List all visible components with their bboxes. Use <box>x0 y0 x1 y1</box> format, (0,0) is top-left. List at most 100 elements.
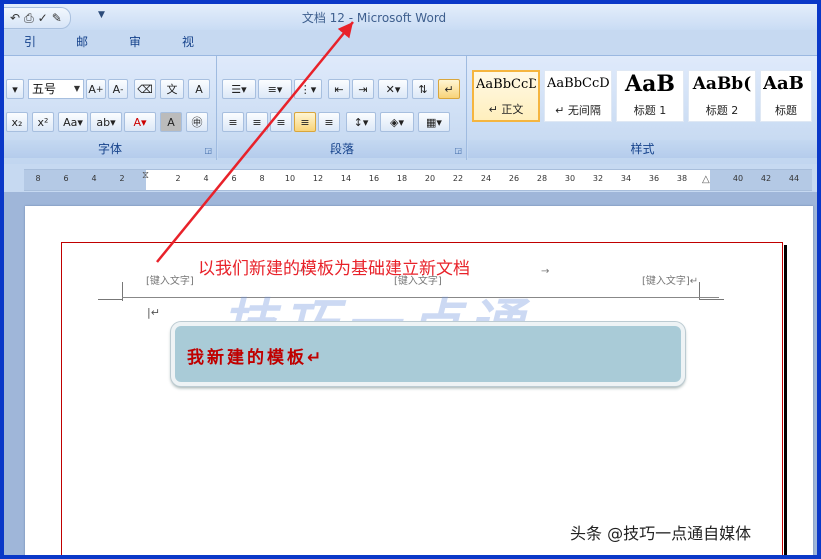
crop-mark <box>122 282 123 301</box>
ruler-tick-label: 6 <box>231 174 237 183</box>
align-center-button[interactable]: ≡ <box>246 112 268 132</box>
character-border-button[interactable]: A <box>188 79 210 99</box>
justify-button[interactable]: ≡ <box>294 112 316 132</box>
crop-mark <box>700 299 724 300</box>
title-bar: ↶ ⎙ ✓ ✎ ▼ 文档 12 - Microsoft Word <box>4 4 817 30</box>
credit-watermark: 头条 @技巧一点通自媒体 <box>570 524 752 543</box>
ruler-tick-label: 30 <box>564 174 576 183</box>
grow-font-button[interactable]: A + <box>86 79 106 99</box>
highlight-button[interactable]: ab▾ <box>90 112 122 132</box>
ruler-tick-label: 8 <box>35 174 41 183</box>
ruler-tick-label: 44 <box>788 174 800 183</box>
ruler-tick-label: 2 <box>119 174 125 183</box>
ribbon: ▾ 五号 ▼ A + A- ⌫ 文 A x₂ x² Aa▾ ab▾ A▾ A ㊥ 字… <box>4 55 817 164</box>
ruler-tick-label: 14 <box>340 174 352 183</box>
shading-button[interactable]: ◈▾ <box>380 112 414 132</box>
left-margin-area <box>24 170 146 190</box>
ruler-tick-label: 26 <box>508 174 520 183</box>
show-marks-button[interactable]: ↵ <box>438 79 460 99</box>
style-heading-2[interactable]: AaBb( 标题 2 <box>688 70 756 122</box>
ruler-tick-label: 38 <box>676 174 688 183</box>
style-normal[interactable]: AaBbCcD ↵ 正文 <box>472 70 540 122</box>
horizontal-ruler[interactable]: 8 6 4 2 2 4 6 8 10 12 14 16 18 20 22 24 26 28 30 32 34 36 38 40… <box>24 169 817 191</box>
style-name: 标题 1 <box>633 104 667 117</box>
ruler-tick-label: 42 <box>760 174 772 183</box>
document-area: [键入文字] [键入文字] [键入文字]↵ → → 技巧一点通 |↵ 我新建的模… <box>4 192 817 555</box>
style-name: ↵ 正文 <box>488 103 524 116</box>
ruler-tick-label: 20 <box>424 174 436 183</box>
paragraph-group: ☰▾ ≡▾ ⋮▾ ⇤ ⇥ ✕▾ ⇅ ↵ ≡ ≡ ≡ ≡ ≡ ↕▾ ◈▾ ▦▾ 段… <box>218 56 467 160</box>
increase-indent-button[interactable]: ⇥ <box>352 79 374 99</box>
dialog-launcher-icon[interactable]: ◲ <box>454 146 462 155</box>
template-banner[interactable]: 我新建的模板↵ <box>171 322 685 386</box>
ruler-tick-label: 28 <box>536 174 548 183</box>
dialog-launcher-icon[interactable]: ◲ <box>204 146 212 155</box>
ruler-tick-label: 4 <box>203 174 209 183</box>
style-heading-1[interactable]: AaB 标题 1 <box>616 70 684 122</box>
multilevel-list-button[interactable]: ⋮▾ <box>294 79 322 99</box>
ruler-tick-label: 22 <box>452 174 464 183</box>
decrease-indent-button[interactable]: ⇤ <box>328 79 350 99</box>
style-no-spacing[interactable]: AaBbCcD ↵ 无间隔 <box>544 70 612 122</box>
clear-format-button[interactable]: ⌫ <box>134 79 156 99</box>
styles-group-label: 样式 <box>468 140 817 158</box>
annotation-text: 以我们新建的模板为基础建立新文档 <box>198 259 470 279</box>
ruler-tick-label: 24 <box>480 174 492 183</box>
character-shading-button[interactable]: A <box>160 112 182 132</box>
font-color-button[interactable]: A▾ <box>124 112 156 132</box>
style-sample: AaBbCcD <box>547 76 609 91</box>
ruler-tick-label: 6 <box>63 174 69 183</box>
subscript-button[interactable]: x₂ <box>6 112 28 132</box>
header-left-placeholder[interactable]: [键入文字] <box>146 272 194 287</box>
header-right-placeholder[interactable]: [键入文字]↵ <box>642 272 698 287</box>
font-group: ▾ 五号 ▼ A + A- ⌫ 文 A x₂ x² Aa▾ ab▾ A▾ A ㊥ 字… <box>4 56 217 160</box>
indent-marker-icon[interactable]: ⧖ <box>142 170 149 181</box>
style-name: 标题 2 <box>705 104 739 117</box>
sort-button[interactable]: ⇅ <box>412 79 434 99</box>
ruler-tick-label: 10 <box>284 174 296 183</box>
style-name: ↵ 无间隔 <box>555 104 601 117</box>
superscript-button[interactable]: x² <box>32 112 54 132</box>
align-left-button[interactable]: ≡ <box>222 112 244 132</box>
banner-text: 我新建的模板↵ <box>187 348 325 368</box>
ruler-tick-label: 2 <box>175 174 181 183</box>
change-case-button[interactable]: Aa▾ <box>58 112 88 132</box>
font-group-label: 字体 <box>4 140 216 158</box>
numbering-button[interactable]: ≡▾ <box>258 79 292 99</box>
align-right-button[interactable]: ≡ <box>270 112 292 132</box>
style-sample: AaB <box>763 73 804 94</box>
chevron-down-icon: ▼ <box>73 84 80 93</box>
bullets-button[interactable]: ☰▾ <box>222 79 256 99</box>
font-size-value: 五号 <box>32 82 57 96</box>
crop-mark <box>98 299 122 300</box>
window-title: 文档 12 - Microsoft Word <box>301 11 447 25</box>
enclose-characters-button[interactable]: ㊥ <box>186 112 208 132</box>
font-size-dropdown[interactable]: 五号 ▼ <box>28 79 84 99</box>
ruler-tick-label: 16 <box>368 174 380 183</box>
line-spacing-button[interactable]: ↕▾ <box>346 112 376 132</box>
font-name-dropdown[interactable]: ▾ <box>6 79 24 99</box>
ruler-tick-label: 4 <box>91 174 97 183</box>
phonetic-guide-button[interactable]: 文 <box>160 79 184 99</box>
style-title[interactable]: AaB 标题 <box>760 70 812 122</box>
style-sample: AaBb( <box>692 74 752 94</box>
styles-group: AaBbCcD ↵ 正文 AaBbCcD ↵ 无间隔 AaB 标题 1 AaBb… <box>468 56 817 160</box>
text-cursor: |↵ <box>147 306 160 319</box>
word-window: ↶ ⎙ ✓ ✎ ▼ 文档 12 - Microsoft Word 引用 邮件 审… <box>4 4 817 555</box>
right-indent-marker-icon[interactable]: △ <box>702 174 710 185</box>
style-name: 标题 <box>775 104 797 117</box>
ruler-tick-label: 36 <box>648 174 660 183</box>
shrink-font-button[interactable]: A- <box>108 79 128 99</box>
ruler-tick-label: 32 <box>592 174 604 183</box>
ruler-tick-label: 8 <box>259 174 265 183</box>
style-sample: AaBbCcD <box>476 77 536 92</box>
asian-layout-button[interactable]: ✕▾ <box>378 79 408 99</box>
ruler-tick-label: 40 <box>732 174 744 183</box>
paragraph-group-label: 段落 <box>218 140 466 158</box>
ruler-tick-label: 12 <box>312 174 324 183</box>
ruler-tick-label: 18 <box>396 174 408 183</box>
tab-arrow-icon: → <box>541 266 550 277</box>
borders-button[interactable]: ▦▾ <box>418 112 450 132</box>
style-sample: AaB <box>625 71 675 97</box>
distributed-button[interactable]: ≡ <box>318 112 340 132</box>
